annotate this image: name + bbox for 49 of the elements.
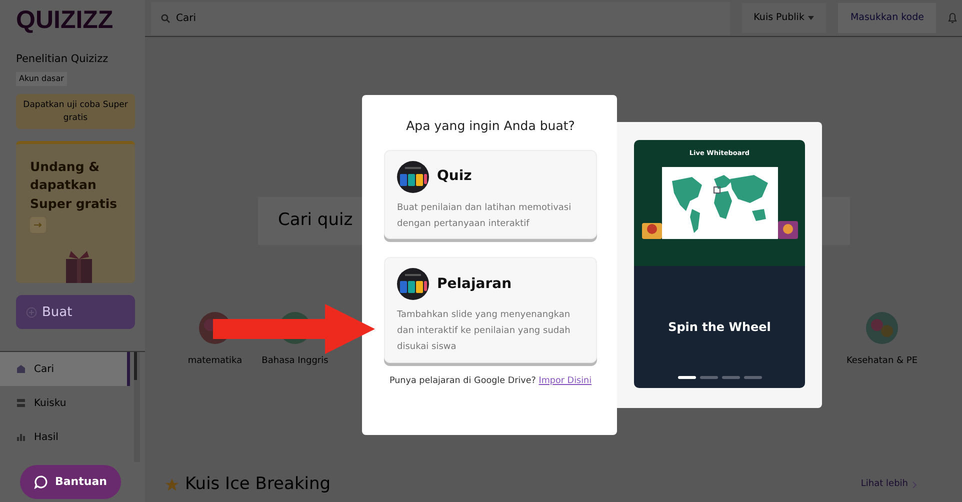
search-placeholder: Cari quiz [278,209,353,232]
public-quiz-dropdown[interactable]: Kuis Publik [742,3,826,33]
scrollbar[interactable] [134,352,140,462]
option-title: Pelajaran [437,274,512,294]
slide-caption: Spin the Wheel [668,319,771,336]
avatar-placeholder [778,220,798,239]
search-field[interactable]: Cari [151,2,730,34]
chat-bubble-icon [34,475,48,489]
account-name: Penelitian Quizizz [15,52,110,67]
trial-button[interactable]: Dapatkan uji coba Super gratis [16,94,135,130]
nav-icon [16,364,26,374]
chevron-right-icon [912,481,917,489]
arrow-right-icon [34,222,42,228]
option-description: Buat penilaian dan latihan memotivasi dengan pertanyaan interaktif [397,202,572,230]
option-card[interactable]: Quiz Buat penilaian dan latihan memotivasi dengan pertanyaan interaktif [384,150,597,240]
category-label[interactable]: matematika [188,355,242,368]
carousel-indicator[interactable] [678,376,696,379]
category-illustration [865,311,899,345]
import-link[interactable]: Impor Disini [538,376,592,386]
nav-icon [16,432,26,442]
import-prompt: Punya pelajaran di Google Drive? [389,376,536,386]
notification-icon[interactable] [948,12,957,24]
search-placeholder: Cari [176,12,196,26]
avatar-placeholder [642,220,662,239]
nav-item[interactable]: Cari [0,352,130,386]
category-label[interactable]: Bahasa Inggris [262,355,328,368]
nav-item[interactable]: Hasil [0,420,130,454]
nav-item[interactable]: Kuisku [0,386,130,420]
logo[interactable]: QUIZIZZ [0,6,145,34]
see-more-link[interactable]: Lihat lebih [860,478,917,492]
nav-icon [16,398,26,408]
color-blocks-icon [397,268,429,300]
dialog-title: Apa yang ingin Anda buat? [405,117,576,135]
category-label[interactable]: Kesehatan & PE [846,355,918,368]
option-title: Quiz [437,167,472,186]
caret-icon [808,16,814,20]
color-blocks-icon [397,160,429,193]
search-icon [161,14,170,22]
account-type: Akun dasar [16,72,67,86]
help-button[interactable]: Bantuan [20,465,121,499]
option-description: Tambahkan slide yang menyenangkan dan interaktif ke penilaian yang sudah disukai siswa [397,309,572,354]
star-icon [165,478,179,492]
gift-icon [64,249,94,284]
arrow-button[interactable] [30,216,46,233]
create-button[interactable]: Buat [16,295,135,330]
section-title: Kuis Ice Breaking [185,473,331,496]
plus-circle-icon [26,306,37,318]
enter-code-button[interactable]: Masukkan kode [838,3,936,33]
invite-text: Undang & dapatkan Super gratis [30,158,118,213]
